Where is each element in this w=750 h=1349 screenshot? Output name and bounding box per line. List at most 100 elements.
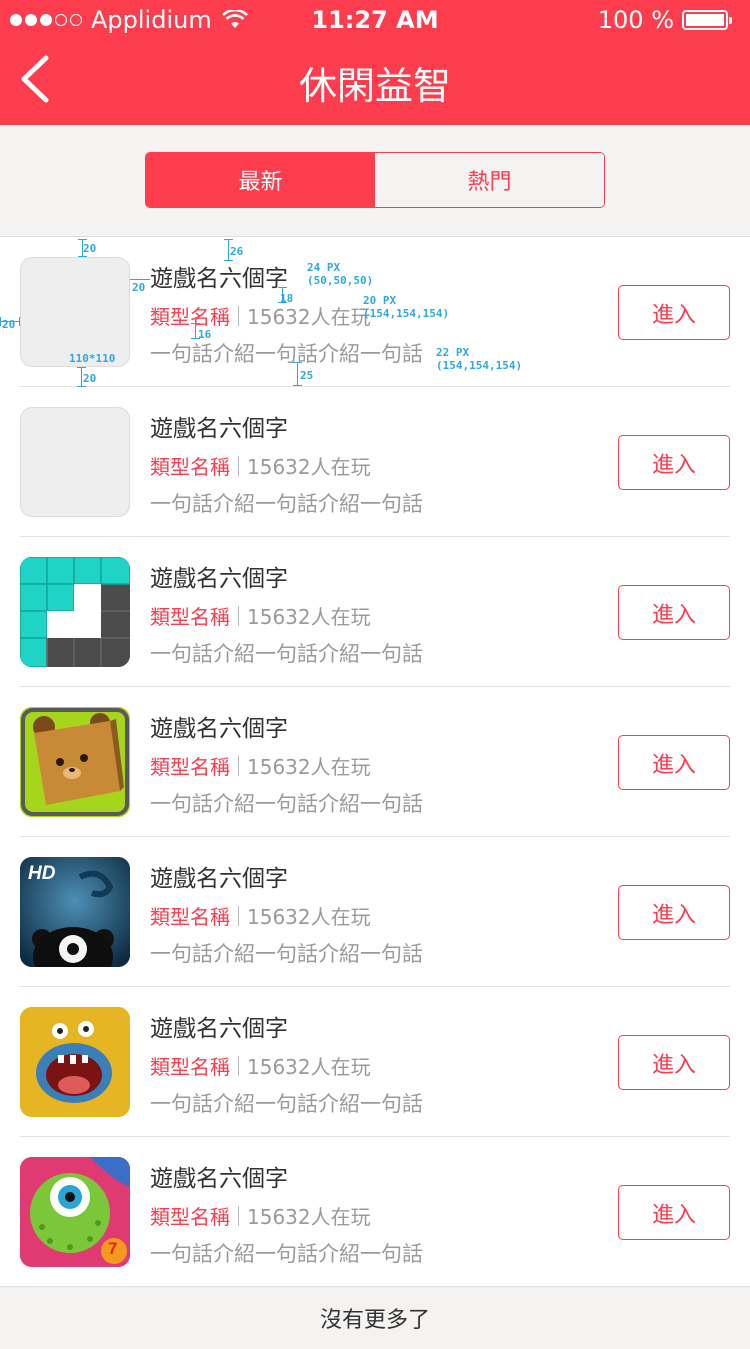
ann-bottom-gap: 20: [83, 372, 97, 385]
enter-button[interactable]: 進入: [618, 585, 730, 640]
tab-latest[interactable]: 最新: [146, 153, 375, 207]
ann-meta-gap: 18: [280, 292, 294, 305]
player-count: 15632人在玩: [247, 755, 371, 779]
bear-cube-icon: [20, 707, 130, 817]
game-name: 遊戲名六個字: [150, 266, 288, 292]
game-meta: 類型名稱 15632人在玩: [150, 1201, 371, 1230]
level-badge: 7: [108, 1239, 118, 1258]
ann-line: [278, 287, 287, 288]
ann-line: [293, 385, 302, 386]
player-count: 15632人在玩: [247, 305, 371, 329]
meta-divider: [238, 455, 239, 476]
ann-line: [78, 256, 87, 257]
enter-button[interactable]: 進入: [618, 285, 730, 340]
ann-line: [228, 239, 229, 261]
ann-name-spec: 24 PX: [307, 261, 341, 274]
list-item: 遊戲名六個字 類型名稱 15632人在玩 一句話介紹一句話介紹一句話 進入 20…: [0, 237, 750, 387]
ann-name-color: (50,50,50): [307, 274, 374, 287]
ann-name-top: 26: [230, 245, 244, 258]
hd-monster-icon: HD: [20, 857, 130, 967]
list-item: 遊戲名六個字 類型名稱 15632人在玩 一句話介紹一句話介紹一句話 進入: [0, 537, 750, 687]
game-description: 一句話介紹一句話介紹一句話: [150, 1242, 423, 1266]
hd-badge: HD: [28, 863, 56, 884]
list-item: 7 遊戲名六個字 類型名稱 15632人在玩 一句話介紹一句話介紹一句話 進入: [0, 1137, 750, 1287]
list-item: HD 遊戲名六個字 類型名稱 15632人在玩 一句話介紹一句話介紹一句話 進入: [0, 837, 750, 987]
status-bar: Applidium 11:27 AM 100 %: [0, 0, 750, 40]
player-count: 15632人在玩: [247, 1055, 371, 1079]
meta-divider: [238, 1055, 239, 1076]
game-genre: 類型名稱: [150, 1055, 230, 1079]
enter-button[interactable]: 進入: [618, 885, 730, 940]
game-description: 一句話介紹一句話介紹一句話: [150, 792, 423, 816]
ann-line: [293, 362, 302, 363]
enter-button[interactable]: 進入: [618, 1035, 730, 1090]
battery-status: 100 %: [597, 6, 732, 34]
game-description: 一句話介紹一句話介紹一句話: [150, 942, 423, 966]
battery-icon: [682, 10, 732, 30]
game-description: 一句話介紹一句話介紹一句話: [150, 492, 423, 516]
yellow-monster-icon: [20, 1007, 130, 1117]
game-genre: 類型名稱: [150, 905, 230, 929]
green-monster-icon: 7: [20, 1157, 130, 1267]
game-description: 一句話介紹一句話介紹一句話: [150, 642, 423, 666]
game-name: 遊戲名六個字: [150, 1166, 288, 1192]
ann-line: [297, 362, 298, 386]
enter-button[interactable]: 進入: [618, 1185, 730, 1240]
player-count: 15632人在玩: [247, 455, 371, 479]
page-title: 休閑益智: [298, 64, 451, 108]
ann-desc-color: (154,154,154): [436, 359, 523, 372]
ann-icon-size: 110*110: [69, 352, 116, 365]
game-genre: 類型名稱: [150, 455, 230, 479]
game-list: 遊戲名六個字 類型名稱 15632人在玩 一句話介紹一句話介紹一句話 進入 20…: [0, 236, 750, 1286]
placeholder-icon: [20, 407, 130, 517]
game-name: 遊戲名六個字: [150, 866, 288, 892]
game-meta: 類型名稱 15632人在玩: [150, 901, 371, 930]
no-more-footer: 沒有更多了: [0, 1286, 750, 1349]
meta-divider: [238, 905, 239, 926]
ann-line: [0, 317, 1, 326]
game-meta: 類型名稱 15632人在玩: [150, 451, 371, 480]
placeholder-icon: [20, 257, 130, 367]
ann-line: [19, 317, 20, 326]
ann-desc-bottom: 25: [300, 369, 314, 382]
game-description: 一句話介紹一句話介紹一句話: [150, 1092, 423, 1116]
tab-popular[interactable]: 熱門: [375, 153, 604, 207]
ann-meta-color: (154,154,154): [363, 307, 450, 320]
ann-line: [81, 367, 82, 387]
ann-line: [130, 279, 150, 280]
game-genre: 類型名稱: [150, 605, 230, 629]
player-count: 15632人在玩: [247, 1205, 371, 1229]
game-meta: 類型名稱 15632人在玩: [150, 301, 371, 330]
ann-line: [78, 239, 87, 240]
game-name: 遊戲名六個字: [150, 416, 288, 442]
ann-desc-spec: 22 PX: [436, 346, 470, 359]
game-meta: 類型名稱 15632人在玩: [150, 601, 371, 630]
game-genre: 類型名稱: [150, 305, 230, 329]
app-header: Applidium 11:27 AM 100 % 休閑益智: [0, 0, 750, 125]
segmented-tabs: 最新 熱門: [145, 152, 605, 208]
ann-line: [195, 323, 196, 339]
meta-divider: [238, 305, 239, 326]
player-count: 15632人在玩: [247, 605, 371, 629]
battery-percent: 100 %: [597, 6, 674, 34]
ann-top-gap: 20: [83, 242, 97, 255]
meta-divider: [238, 755, 239, 776]
ann-icon-gap: 20: [132, 281, 146, 294]
list-item: 遊戲名六個字 類型名稱 15632人在玩 一句話介紹一句話介紹一句話 進入: [0, 387, 750, 537]
ann-meta-spec: 20 PX: [363, 294, 397, 307]
ann-line: [191, 323, 200, 324]
ann-line: [224, 260, 233, 261]
list-item: 遊戲名六個字 類型名稱 15632人在玩 一句話介紹一句話介紹一句話 進入: [0, 687, 750, 837]
meta-divider: [238, 1205, 239, 1226]
enter-button[interactable]: 進入: [618, 735, 730, 790]
ann-desc-gap: 16: [198, 328, 212, 341]
list-item: 遊戲名六個字 類型名稱 15632人在玩 一句話介紹一句話介紹一句話 進入: [0, 987, 750, 1137]
game-meta: 類型名稱 15632人在玩: [150, 751, 371, 780]
ann-line: [224, 239, 233, 240]
game-name: 遊戲名六個字: [150, 716, 288, 742]
block-puzzle-icon: [20, 557, 130, 667]
game-name: 遊戲名六個字: [150, 566, 288, 592]
ann-line: [77, 367, 86, 368]
ann-left-gap: 20: [2, 318, 16, 331]
enter-button[interactable]: 進入: [618, 435, 730, 490]
